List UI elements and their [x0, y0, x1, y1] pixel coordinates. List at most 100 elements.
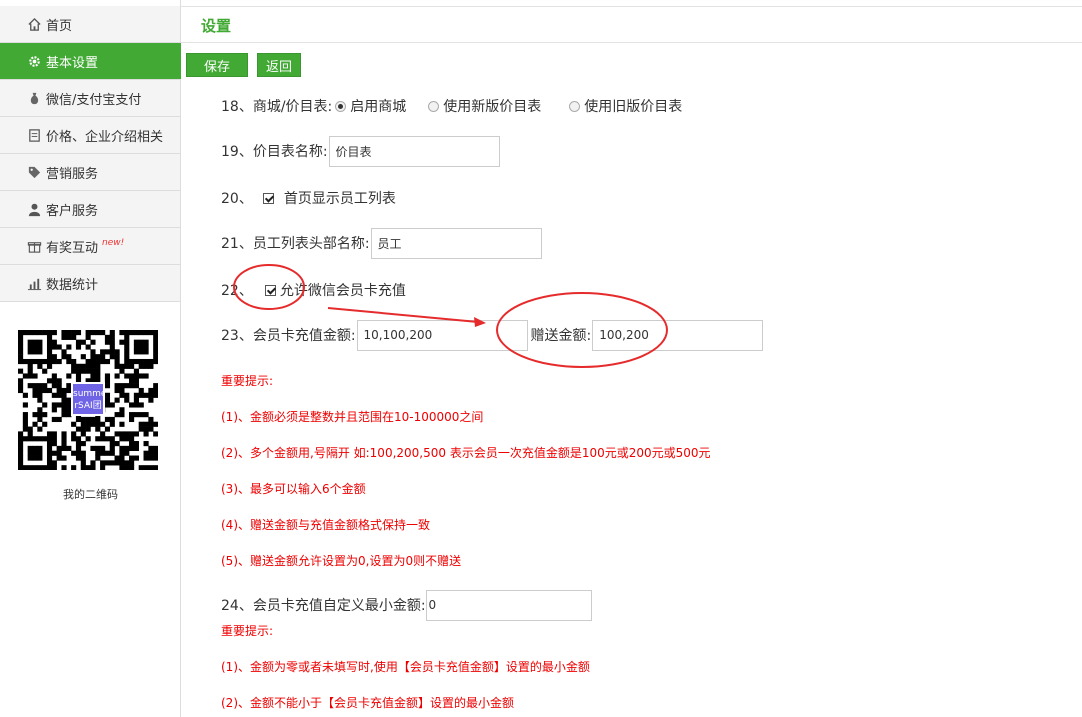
qr-module	[56, 416, 62, 423]
radio-old-pricelist-label[interactable]: 使用旧版价目表	[584, 96, 682, 116]
qr-module	[138, 363, 144, 369]
qr-module	[61, 407, 67, 413]
radio-old-pricelist[interactable]	[569, 100, 581, 112]
qr-module	[143, 373, 149, 379]
qr-module	[100, 431, 106, 437]
qr-module	[153, 421, 159, 427]
qr-module	[129, 445, 135, 451]
qr-module	[46, 450, 53, 456]
show-staff-checkbox[interactable]	[262, 192, 274, 204]
qr-module	[138, 465, 144, 471]
qr-module	[129, 431, 135, 437]
bonus-amount-input[interactable]: 100,200	[592, 319, 764, 351]
sidebar-item-customer-service[interactable]: 客户服务	[0, 191, 180, 228]
qr-module	[133, 358, 139, 365]
qr-module	[42, 436, 48, 442]
qr-module	[114, 460, 120, 466]
qr-module	[143, 358, 149, 365]
qr-module	[51, 339, 57, 345]
tips-1-line: (4)、赠送金额与充值金额格式保持一致	[221, 518, 430, 532]
qr-module	[90, 349, 96, 355]
qr-module	[46, 441, 53, 447]
save-button[interactable]: 保存	[186, 53, 248, 77]
qr-module	[133, 383, 139, 389]
qr-module	[148, 397, 154, 403]
qr-module	[80, 421, 86, 427]
qr-module	[71, 368, 77, 374]
qr-module	[80, 416, 86, 423]
qr-module	[95, 416, 101, 423]
sidebar-item-label: 基本设置	[46, 55, 99, 71]
qr-module	[124, 436, 130, 442]
qr-module	[129, 465, 135, 471]
qr-module	[51, 407, 57, 413]
sidebar-item-marketing[interactable]: 营销服务	[0, 154, 180, 191]
qr-module	[124, 465, 130, 471]
qr-module	[114, 397, 120, 403]
sidebar-item-statistics[interactable]: 数据统计	[0, 265, 180, 302]
qr-module	[27, 455, 33, 461]
qr-module	[114, 441, 120, 447]
qr-module	[109, 339, 115, 345]
qr-module	[18, 358, 24, 365]
qr-module	[61, 330, 67, 336]
qr-module	[80, 339, 86, 345]
show-staff-label[interactable]: 首页显示员工列表	[284, 188, 396, 208]
pricelist-name-input[interactable]: 价目表	[328, 135, 500, 167]
qr-module	[90, 368, 96, 374]
qr-module	[133, 445, 139, 451]
row-18-label: 18、商城/价目表:	[221, 99, 333, 115]
radio-new-pricelist[interactable]	[428, 100, 440, 112]
money-bag-icon	[26, 90, 42, 106]
qr-module	[51, 431, 57, 437]
qr-module	[100, 421, 106, 427]
allow-recharge-checkbox[interactable]	[264, 284, 276, 296]
back-button[interactable]: 返回	[257, 53, 301, 77]
qr-module	[37, 339, 43, 345]
qr-module	[37, 407, 43, 413]
qr-module	[27, 368, 33, 374]
qr-module	[133, 412, 139, 418]
qr-module	[114, 349, 120, 355]
qr-module	[37, 465, 43, 471]
qr-module	[129, 402, 135, 408]
qr-module	[51, 383, 57, 389]
sidebar-item-pricing[interactable]: 价格、企业介绍相关	[0, 117, 180, 154]
staff-header-input[interactable]: 员工	[370, 227, 542, 259]
row-21-staff-header: 21、员工列表头部名称: 员工	[221, 227, 542, 259]
qr-module	[153, 339, 159, 345]
sidebar-item-basic-settings[interactable]: 基本设置	[0, 43, 181, 80]
radio-new-pricelist-label[interactable]: 使用新版价目表	[443, 96, 541, 116]
sidebar-item-payment[interactable]: 微信/支付宝支付	[0, 80, 180, 117]
qr-module	[148, 363, 154, 369]
qr-module	[124, 450, 130, 456]
min-amount-input[interactable]: 0	[425, 589, 592, 621]
qr-module	[46, 460, 53, 466]
qr-module	[129, 373, 135, 379]
sidebar-item-home[interactable]: 首页	[0, 6, 180, 43]
tips-1-line: (1)、金额必须是整数并且范围在10-100000之间	[221, 410, 484, 424]
qr-module	[129, 330, 135, 336]
qr-module	[37, 358, 43, 365]
allow-recharge-label[interactable]: 允许微信会员卡充值	[280, 280, 406, 300]
sidebar-item-rewards[interactable]: 有奖互动 new!	[0, 228, 180, 265]
radio-enable-store-label[interactable]: 启用商城	[350, 96, 406, 116]
qr-module	[61, 402, 67, 408]
qr-module	[95, 445, 101, 451]
qr-module	[119, 445, 125, 451]
qr-module	[18, 383, 24, 389]
recharge-amount-input[interactable]: 10,100,200	[356, 319, 528, 351]
qr-module	[114, 412, 120, 418]
radio-enable-store[interactable]	[335, 100, 347, 112]
qr-module	[18, 445, 24, 451]
qr-module	[143, 465, 149, 471]
qr-module	[104, 450, 111, 456]
row-23-label: 23、会员卡充值金额:	[221, 328, 356, 344]
qr-module	[95, 436, 101, 442]
qr-module	[18, 465, 24, 471]
qr-module	[114, 354, 120, 360]
qr-module	[27, 330, 33, 336]
qr-module	[124, 334, 130, 340]
qr-module	[18, 441, 24, 447]
qr-module	[75, 455, 82, 461]
